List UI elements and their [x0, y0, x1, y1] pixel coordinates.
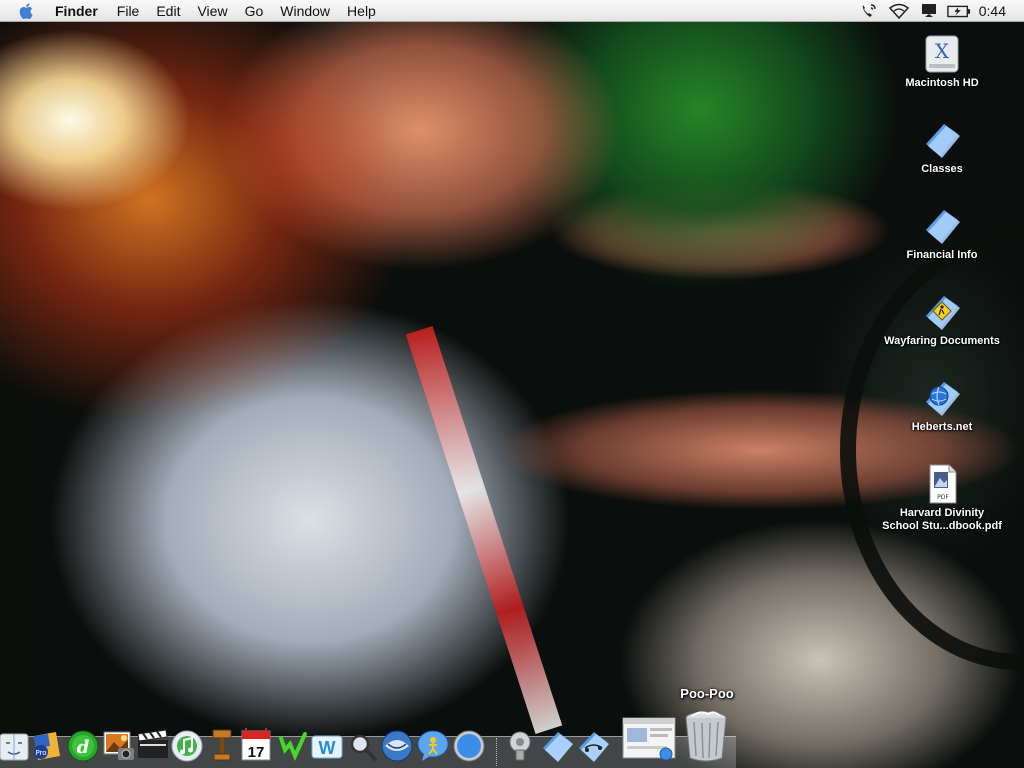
dock-tooltip: Poo-Poo — [680, 686, 734, 701]
window-preview-icon[interactable] — [622, 712, 676, 766]
text-tool-icon[interactable]: W — [310, 726, 344, 764]
hard-drive-icon: X — [922, 34, 962, 74]
desktop-icon-macintosh-hd[interactable]: X Macintosh HD — [872, 34, 1012, 90]
svg-text:PDF: PDF — [937, 494, 949, 501]
desktop-icon-label: Harvard Divinity School Stu...dbook.pdf — [882, 507, 1002, 532]
menu-file[interactable]: File — [117, 0, 140, 22]
svg-text:Pro: Pro — [35, 749, 46, 757]
podcast-icon[interactable] — [206, 726, 240, 764]
desktop-icon-label: Financial Info — [906, 249, 978, 261]
dock-separator — [496, 738, 499, 766]
finder-icon[interactable] — [0, 726, 34, 764]
final-cut-pro-icon[interactable]: Pro — [30, 726, 64, 764]
imovie-icon[interactable] — [136, 726, 170, 764]
folder-icon — [922, 292, 962, 332]
dock: Pro d 17 W — [0, 711, 1024, 768]
desktop-icon-label: Heberts.net — [911, 421, 973, 433]
safari-icon[interactable] — [452, 726, 486, 764]
globe-icon — [922, 378, 962, 418]
apple-menu-icon[interactable] — [18, 1, 38, 21]
documents-stack-icon[interactable] — [540, 726, 574, 764]
display-icon[interactable] — [917, 0, 941, 22]
desktop-icon-label: Wayfaring Documents — [884, 335, 1000, 347]
desktop-icon-heberts-net[interactable]: Heberts.net — [872, 378, 1012, 434]
phone-icon[interactable] — [857, 0, 881, 22]
ical-icon[interactable]: 17 — [240, 726, 274, 764]
menu-edit[interactable]: Edit — [156, 0, 180, 22]
wifi-icon[interactable] — [887, 0, 911, 22]
menu-window[interactable]: Window — [280, 0, 330, 22]
ichat-icon[interactable] — [416, 726, 450, 764]
desktop-icon-harvard-pdf[interactable]: PDF Harvard Divinity School Stu...dbook.… — [872, 464, 1012, 533]
menu-clock[interactable]: 0:44 — [979, 3, 1006, 19]
menu-app-finder[interactable]: Finder — [55, 0, 98, 22]
iphoto-icon[interactable] — [102, 726, 136, 764]
menu-help[interactable]: Help — [347, 0, 376, 22]
thunderbird-icon[interactable] — [380, 726, 414, 764]
system-preferences-icon[interactable] — [504, 726, 538, 764]
trash-icon[interactable] — [682, 708, 730, 766]
desktop-icon-wayfaring-documents[interactable]: Wayfaring Documents — [872, 292, 1012, 348]
menu-go[interactable]: Go — [245, 0, 264, 22]
itunes-icon[interactable] — [170, 726, 204, 764]
battery-icon[interactable] — [946, 0, 971, 22]
svg-text:d: d — [77, 737, 90, 758]
folder-icon — [922, 120, 962, 160]
desktop-icon-classes[interactable]: Classes — [872, 120, 1012, 176]
pdf-icon: PDF — [922, 464, 962, 504]
menu-view[interactable]: View — [197, 0, 227, 22]
desktop-icon-label: Classes — [921, 163, 963, 175]
desktop-icon-label: Macintosh HD — [905, 77, 979, 89]
folder-icon — [922, 206, 962, 246]
svg-text:X: X — [935, 39, 950, 63]
desktop: Finder File Edit View Go Window Help 0:4… — [0, 0, 1024, 768]
ical-date-label: 17 — [248, 744, 265, 761]
dreamweaver-icon[interactable]: d — [66, 726, 100, 764]
brand-logo-icon[interactable] — [276, 726, 310, 764]
svg-text:W: W — [319, 738, 336, 758]
spotlight-icon[interactable] — [346, 726, 380, 764]
network-icon[interactable] — [576, 726, 610, 764]
desktop-icon-financial-info[interactable]: Financial Info — [872, 206, 1012, 262]
menu-bar: Finder File Edit View Go Window Help 0:4… — [0, 0, 1024, 22]
